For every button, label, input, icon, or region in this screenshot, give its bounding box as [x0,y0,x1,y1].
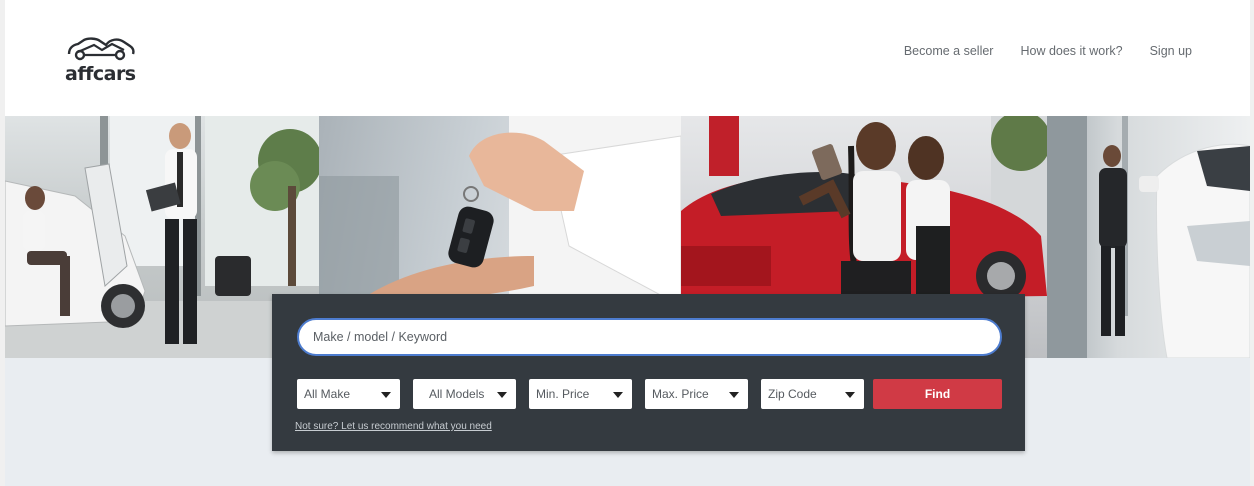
nav-link-how-it-works[interactable]: How does it work? [1020,44,1122,58]
caret-down-icon [845,392,855,398]
caret-down-icon [613,392,623,398]
max-price-select-label: Max. Price [652,387,709,401]
search-panel: All Make All Models Min. Price Max. Pric… [272,294,1025,451]
hero-photo-white-car [1047,116,1250,358]
recommend-link[interactable]: Not sure? Let us recommend what you need [295,421,492,432]
models-select[interactable]: All Models [413,379,516,409]
caret-down-icon [497,392,507,398]
find-button[interactable]: Find [873,379,1002,409]
make-select-label: All Make [304,387,351,401]
page: affcars Become a seller How does it work… [5,0,1250,486]
models-select-label: All Models [429,387,485,401]
zip-code-select-label: Zip Code [768,387,817,401]
search-input[interactable] [297,318,1002,356]
min-price-select-label: Min. Price [536,387,590,401]
caret-down-icon [729,392,739,398]
min-price-select[interactable]: Min. Price [529,379,632,409]
logo[interactable]: affcars [65,36,145,86]
max-price-select[interactable]: Max. Price [645,379,748,409]
car-logo-icon [67,37,135,61]
top-nav: Become a seller How does it work? Sign u… [904,44,1192,58]
caret-down-icon [381,392,391,398]
nav-link-become-seller[interactable]: Become a seller [904,44,994,58]
nav-link-sign-up[interactable]: Sign up [1150,44,1192,58]
header: affcars Become a seller How does it work… [5,0,1250,116]
zip-code-select[interactable]: Zip Code [761,379,864,409]
make-select[interactable]: All Make [297,379,400,409]
logo-text: affcars [65,63,136,85]
